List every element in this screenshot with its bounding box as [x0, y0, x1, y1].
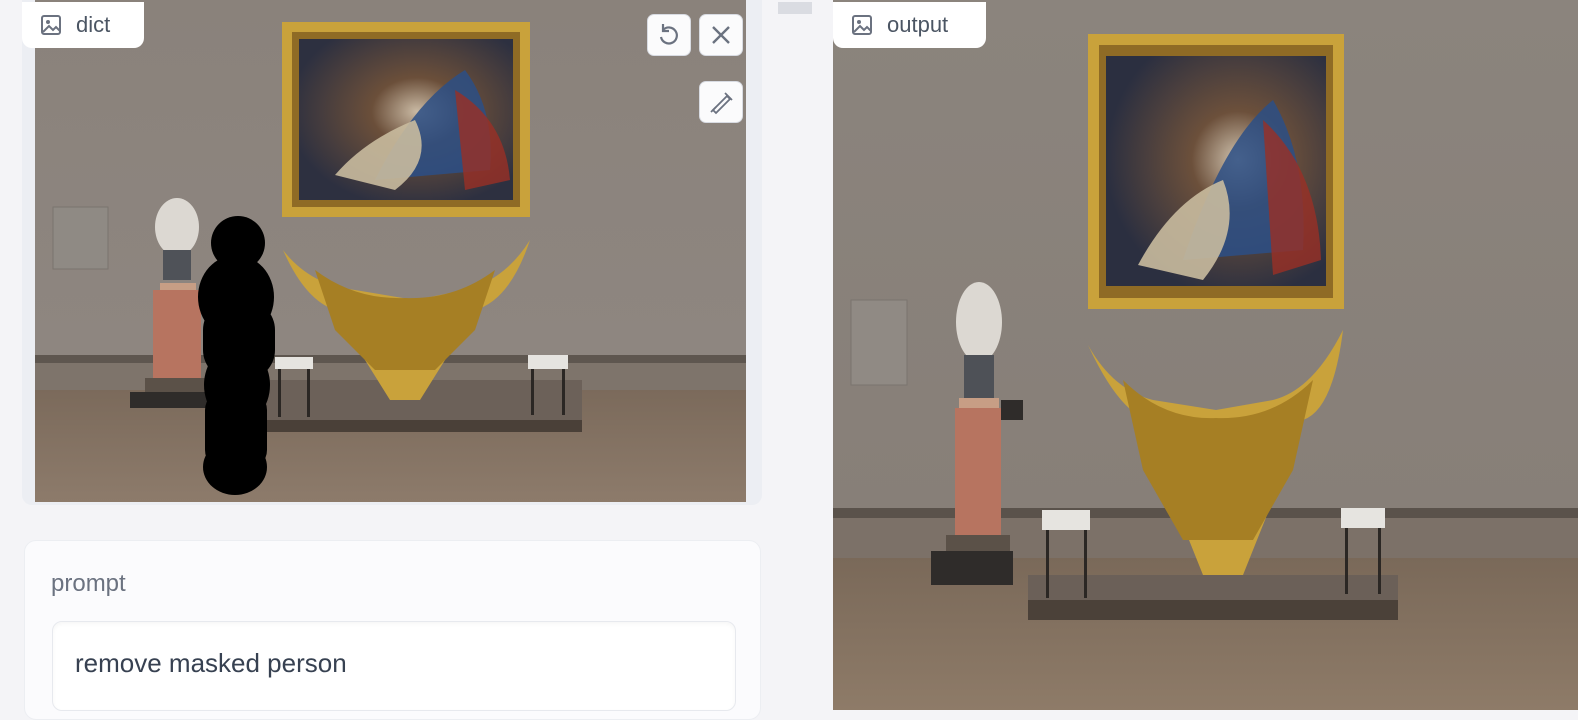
prompt-label: prompt — [51, 570, 126, 597]
close-icon — [712, 26, 730, 44]
clear-image-button[interactable] — [699, 14, 743, 56]
input-image-label: dict — [22, 2, 144, 48]
undo-icon — [659, 24, 678, 45]
column-divider — [778, 2, 812, 14]
image-icon — [41, 15, 61, 35]
output-image — [833, 0, 1578, 710]
output-image-label-text: output — [887, 12, 949, 37]
prompt-field-container: prompt — [24, 540, 761, 720]
image-editor-canvas[interactable] — [35, 0, 746, 502]
painting — [1088, 34, 1344, 309]
image-icon — [852, 15, 872, 35]
input-image-label-text: dict — [76, 12, 111, 37]
gallery-output-image — [833, 0, 1578, 710]
brush-tool-button[interactable] — [699, 81, 743, 123]
undo-button[interactable] — [647, 14, 691, 56]
brush-icon — [710, 92, 733, 115]
prompt-input[interactable] — [52, 621, 736, 711]
gallery-scene-image — [35, 0, 746, 502]
output-image-label: output — [833, 2, 986, 48]
painting — [282, 22, 530, 217]
